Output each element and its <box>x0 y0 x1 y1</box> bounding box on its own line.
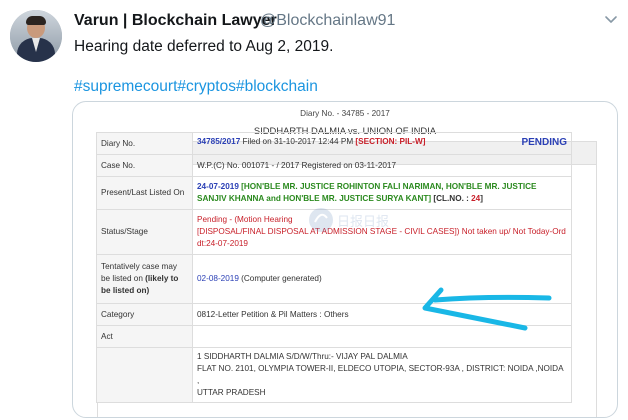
row-label: Case No. <box>96 154 193 177</box>
row-value: 02-08-2019 (Computer generated) <box>192 254 572 304</box>
row-label: Diary No. <box>96 132 193 155</box>
status-line-2: [DISPOSAL/FINAL DISPOSAL AT ADMISSION ST… <box>197 227 566 248</box>
table-row: Diary No. 34785/2017 Filed on 31-10-2017… <box>96 132 572 155</box>
row-label: Status/Stage <box>96 209 193 255</box>
bench-text: [HON'BLE MR. JUSTICE ROHINTON FALI NARIM… <box>197 182 537 203</box>
status-line-1: Pending - (Motion Hearing <box>197 215 293 225</box>
row-value: Pending - (Motion Hearing [DISPOSAL/FINA… <box>192 209 572 255</box>
row-label: Act <box>96 325 193 348</box>
row-value <box>192 325 572 348</box>
row-value: 1 SIDDHARTH DALMIA S/D/W/Thru:- VIJAY PA… <box>192 347 572 403</box>
table-row: Act <box>96 325 572 348</box>
listed-date: 24-07-2019 <box>197 182 239 192</box>
row-value: 34785/2017 Filed on 31-10-2017 12:44 PM … <box>192 132 572 155</box>
row-value: 0812-Letter Petition & Pil Matters : Oth… <box>192 303 572 326</box>
tweet: Varun | Blockchain Lawyer @Blockchainlaw… <box>0 0 628 420</box>
table-row: Case No. W.P.(C) No. 001071 - / 2017 Reg… <box>96 154 572 177</box>
author-name[interactable]: Varun | Blockchain Lawyer <box>74 12 277 30</box>
tentative-note: (Computer generated) <box>238 274 322 284</box>
tweet-text: Hearing date deferred to Aug 2, 2019. <box>74 38 334 55</box>
table-row: Status/Stage Pending - (Motion Hearing [… <box>96 209 572 255</box>
avatar[interactable] <box>10 10 62 62</box>
table-row: Present/Last Listed On 24-07-2019 [HON'B… <box>96 176 572 210</box>
tweet-media[interactable]: Diary No. - 34785 - 2017 SIDDHARTH DALMI… <box>72 101 618 418</box>
chevron-down-icon[interactable] <box>604 12 618 26</box>
row-value: 24-07-2019 [HON'BLE MR. JUSTICE ROHINTON… <box>192 176 572 210</box>
table-row: Category 0812-Letter Petition & Pil Matt… <box>96 303 572 326</box>
table-row: 1 SIDDHARTH DALMIA S/D/W/Thru:- VIJAY PA… <box>96 347 572 403</box>
diary-header: Diary No. - 34785 - 2017 <box>300 109 390 118</box>
section-text: [SECTION: PIL-W] <box>355 137 426 147</box>
author-handle[interactable]: @Blockchainlaw91 <box>260 12 395 30</box>
petitioner-line-1: 1 SIDDHARTH DALMIA S/D/W/Thru:- VIJAY PA… <box>197 352 408 361</box>
row-label: Category <box>96 303 193 326</box>
tentative-date: 02-08-2019 <box>197 274 239 284</box>
clno-suffix: ] <box>480 194 483 203</box>
filed-text: Filed on 31-10-2017 12:44 PM <box>240 137 356 147</box>
clno-prefix: [CL.NO. : <box>431 194 472 203</box>
diary-number: 34785/2017 <box>197 137 241 147</box>
petitioner-line-2: FLAT NO. 2101, OLYMPIA TOWER-II, ELDECO … <box>197 363 564 385</box>
case-table: Diary No. 34785/2017 Filed on 31-10-2017… <box>96 132 572 403</box>
row-value: W.P.(C) No. 001071 - / 2017 Registered o… <box>192 154 572 177</box>
row-label <box>96 347 193 403</box>
case-screenshot: Diary No. - 34785 - 2017 SIDDHARTH DALMI… <box>85 102 605 417</box>
status-badge: PENDING <box>521 137 567 149</box>
row-label: Tentatively case may be listed on (likel… <box>96 254 193 304</box>
clno-value: 24 <box>471 194 481 203</box>
petitioner-line-3: UTTAR PRADESH <box>197 387 266 397</box>
row-label: Present/Last Listed On <box>96 176 193 210</box>
tweet-hashtags[interactable]: #supremecourt#cryptos#blockchain <box>74 78 318 96</box>
table-row: Tentatively case may be listed on (likel… <box>96 254 572 304</box>
